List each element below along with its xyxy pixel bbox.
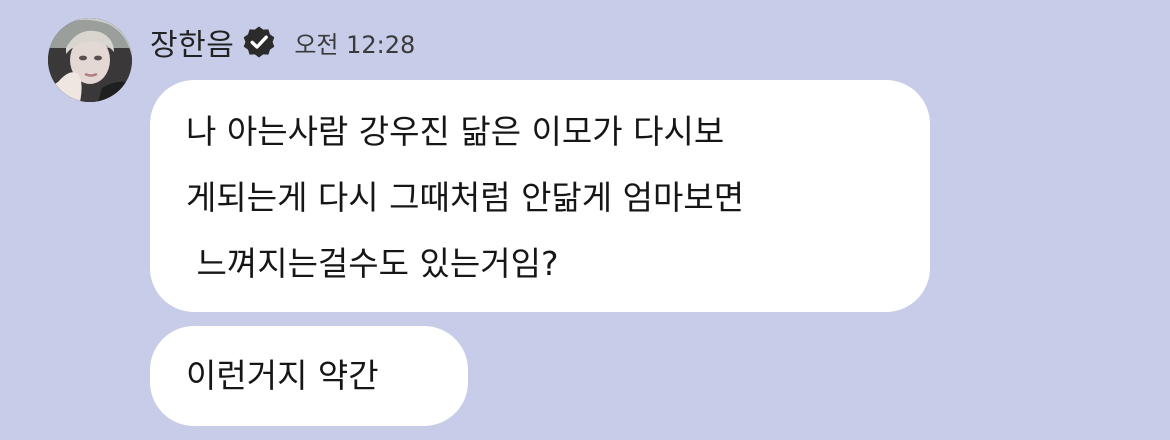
message-text-line: 느껴지는걸수도 있는거임? — [186, 244, 559, 283]
message-bubble[interactable]: 나 아는사람 강우진 닮은 이모가 다시보 게되는게 다시 그때처럼 안닮게 엄… — [150, 80, 930, 312]
message-text-line: 나 아는사람 강우진 닮은 이모가 다시보 — [186, 112, 725, 151]
message-bubble[interactable]: 이런거지 약간 — [150, 326, 468, 426]
sender-name[interactable]: 장한음 — [150, 20, 234, 64]
message-text-line: 게되는게 다시 그때처럼 안닮게 엄마보면 — [186, 178, 745, 217]
chat-area: 장한음 오전 12:28 나 아는사람 강우진 닮은 이모가 다시보 게되는게 … — [0, 0, 1170, 440]
verified-badge-icon — [242, 25, 276, 59]
message-text-line: 이런거지 약간 — [186, 356, 379, 395]
message-header: 장한음 오전 12:28 — [150, 20, 415, 64]
message-timestamp: 오전 12:28 — [294, 30, 416, 59]
avatar-photo — [48, 18, 132, 102]
sender-avatar[interactable] — [48, 18, 132, 102]
